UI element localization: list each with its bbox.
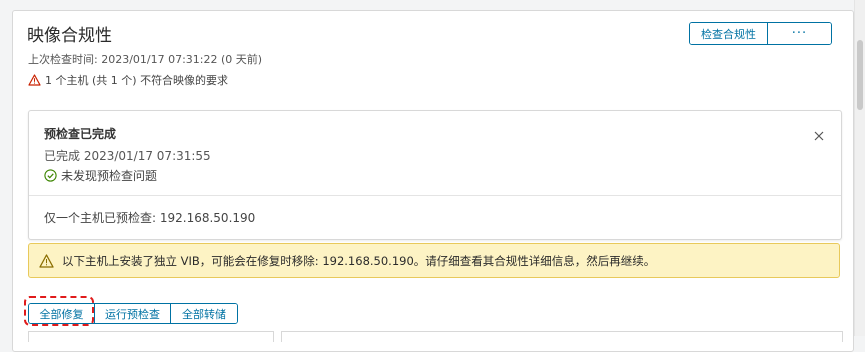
last-check-time: 上次检查时间: 2023/01/17 07:31:22 (0 天前): [28, 53, 263, 66]
warning-triangle-icon: [28, 74, 41, 86]
check-compliance-button[interactable]: 检查合规性: [690, 23, 768, 44]
precheck-completed-time: 已完成 2023/01/17 07:31:55: [44, 149, 211, 163]
close-icon[interactable]: [813, 127, 825, 141]
stage-all-button[interactable]: 全部转储: [171, 304, 237, 323]
alert-warning-icon: [39, 253, 54, 268]
precheck-panel: 预检查已完成 已完成 2023/01/17 07:31:55 未发现预检查问题 …: [28, 110, 842, 240]
scrollbar-thumb[interactable]: [857, 40, 863, 110]
check-circle-icon: [44, 169, 57, 182]
warning-text: 1 个主机 (共 1 个) 不符合映像的要求: [45, 74, 229, 87]
host-detail-panel: [281, 331, 843, 342]
run-precheck-button[interactable]: 运行预检查: [95, 304, 171, 323]
header-button-group: 检查合规性 ···: [689, 22, 832, 45]
noncompliance-warning: 1 个主机 (共 1 个) 不符合映像的要求: [28, 72, 228, 88]
precheck-status-text: 未发现预检查问题: [61, 169, 158, 183]
vib-warning-alert: 以下主机上安装了独立 VIB，可能会在修复时移除: 192.168.50.190…: [28, 243, 840, 278]
precheck-title: 预检查已完成: [44, 127, 117, 141]
more-actions-button[interactable]: ···: [768, 23, 831, 44]
host-list-panel: [28, 331, 274, 342]
panel-divider: [29, 195, 841, 196]
page-title: 映像合规性: [27, 26, 112, 46]
precheck-host-info: 仅一个主机已预检查: 192.168.50.190: [44, 211, 256, 225]
page-scrollbar[interactable]: [854, 0, 865, 336]
precheck-status: 未发现预检查问题: [44, 167, 157, 184]
remediate-highlight-annotation: [24, 296, 94, 326]
alert-text: 以下主机上安装了独立 VIB，可能会在修复时移除: 192.168.50.190…: [62, 253, 656, 268]
